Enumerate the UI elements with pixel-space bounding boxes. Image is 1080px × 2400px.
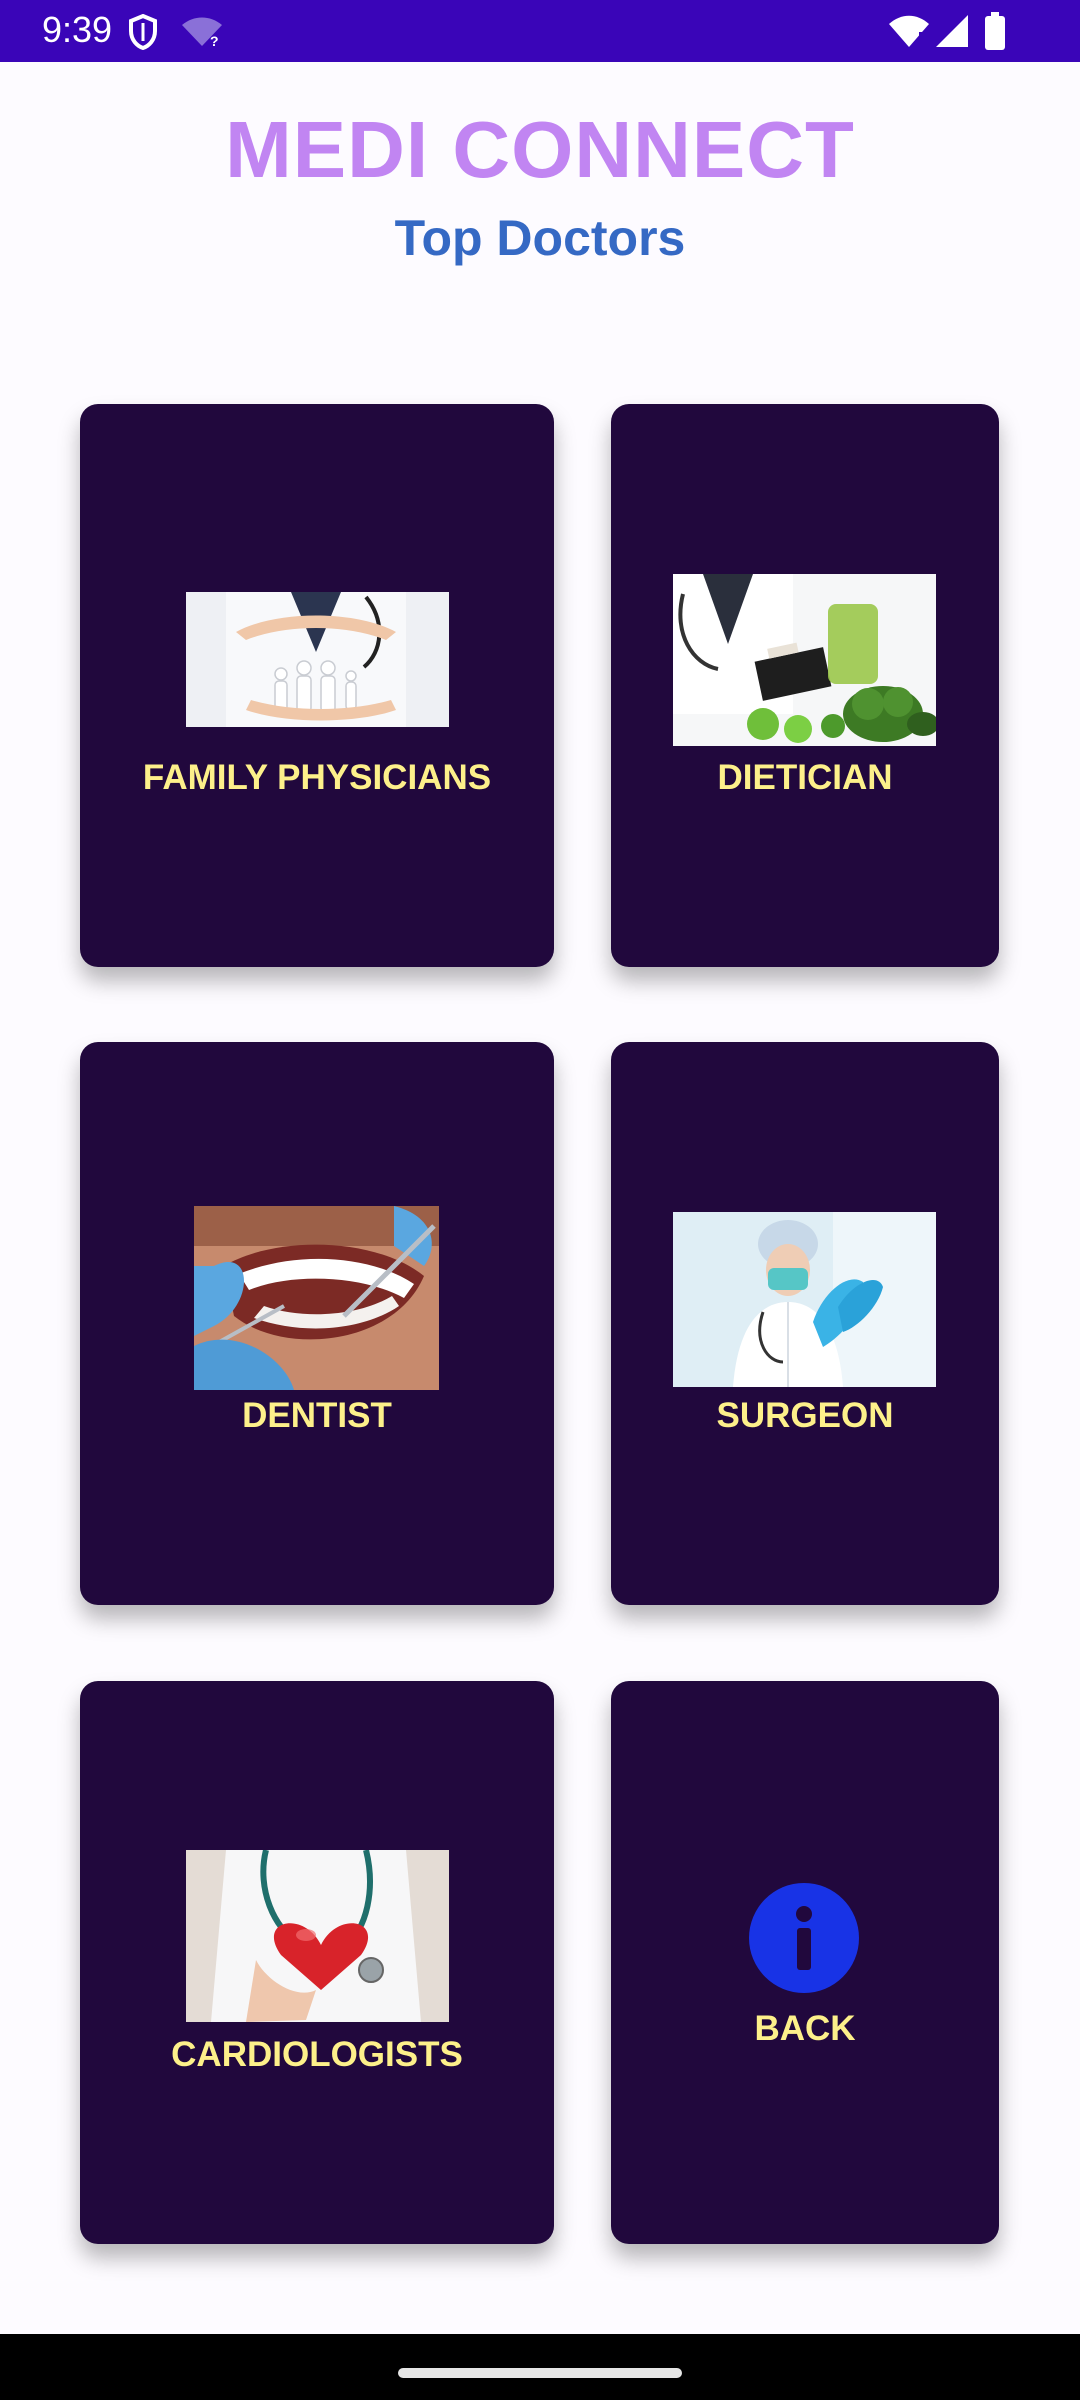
wifi-icon [889, 15, 929, 47]
card-dietician[interactable]: DIETICIAN [611, 404, 999, 967]
shield-icon [129, 14, 157, 50]
back-button[interactable]: BACK [611, 1681, 999, 2244]
signal-icon [936, 15, 968, 47]
card-cardiologists[interactable]: CARDIOLOGISTS [80, 1681, 554, 2244]
dietician-image [673, 574, 936, 746]
card-label-surgeon: SURGEON [716, 1396, 894, 1435]
info-icon [749, 1883, 859, 1993]
svg-text:?: ? [210, 33, 219, 48]
status-time: 9:39 [42, 9, 113, 50]
card-label-family-physicians: FAMILY PHYSICIANS [142, 758, 492, 797]
back-button-label: BACK [754, 2009, 856, 2048]
card-dentist[interactable]: DENTIST [80, 1042, 554, 1605]
battery-icon [985, 12, 1005, 50]
home-gesture-handle[interactable] [398, 2368, 682, 2378]
navigation-bar [0, 2334, 1080, 2400]
app-title: MEDI CONNECT [225, 105, 855, 194]
card-label-dietician: DIETICIAN [717, 758, 893, 797]
wifi-unknown-icon: ? [182, 17, 222, 48]
card-surgeon[interactable]: SURGEON [611, 1042, 999, 1605]
header: MEDI CONNECT Top Doctors [0, 100, 1080, 268]
surgeon-image [673, 1212, 936, 1387]
dentist-image [194, 1206, 439, 1390]
cardiologist-image [186, 1850, 449, 2022]
card-label-dentist: DENTIST [242, 1396, 392, 1435]
card-family-physicians[interactable]: FAMILY PHYSICIANS [80, 404, 554, 967]
page-subtitle: Top Doctors [394, 210, 686, 266]
family-physician-image [186, 592, 449, 727]
status-bar: 9:39 ? [0, 0, 1080, 62]
card-label-cardiologists: CARDIOLOGISTS [171, 2035, 463, 2074]
